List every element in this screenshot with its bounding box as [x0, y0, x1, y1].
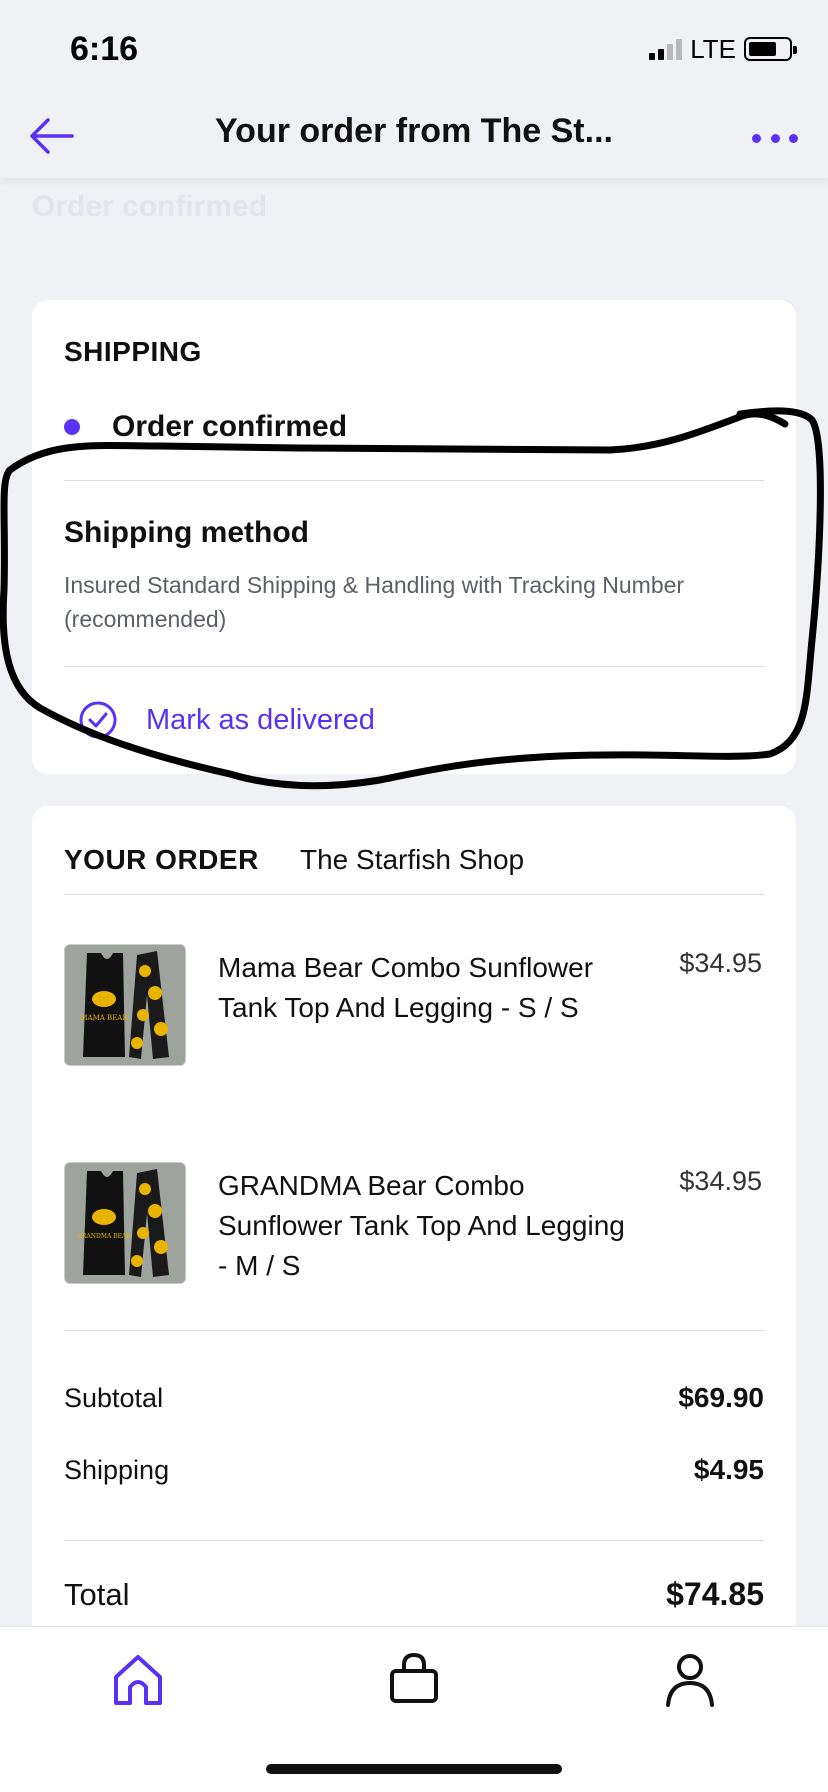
subtotal-label: Subtotal [64, 1382, 164, 1413]
battery-icon [744, 37, 797, 61]
status-dot-icon [64, 419, 80, 435]
subtotal-value: $69.90 [678, 1382, 764, 1413]
navigation-bar: Your order from The St... [0, 100, 828, 178]
subtotal-row: Subtotal $69.90 [64, 1382, 764, 1414]
shipping-cost-value: $4.95 [693, 1454, 764, 1485]
tab-account[interactable] [660, 1649, 720, 1709]
shipping-method-description: Insured Standard Shipping & Handling wit… [64, 572, 685, 632]
status-time: 6:16 [70, 30, 139, 68]
status-indicators: LTE [649, 33, 797, 64]
divider [64, 1330, 764, 1331]
thumbnail-caption: MAMA BEAR [80, 1014, 128, 1022]
item-price: $34.95 [679, 948, 762, 978]
shipping-method-heading: Shipping method [64, 516, 309, 549]
divider [64, 1540, 764, 1541]
collapsed-large-title: Order confirmed [32, 190, 268, 223]
item-name: GRANDMA Bear Combo Sunflower Tank Top An… [218, 1170, 625, 1281]
network-label: LTE [690, 33, 736, 64]
shop-name: The Starfish Shop [300, 844, 525, 875]
check-circle-icon [79, 701, 117, 739]
shipping-heading: SHIPPING [64, 336, 202, 367]
total-value: $74.85 [666, 1576, 764, 1612]
item-price: $34.95 [679, 1166, 762, 1196]
shipping-cost-row: Shipping $4.95 [64, 1454, 764, 1486]
more-options-button[interactable] [752, 128, 798, 148]
account-icon [666, 1654, 714, 1707]
total-row: Total $74.85 [64, 1576, 764, 1613]
divider [64, 894, 764, 895]
status-bar: 6:16 LTE [0, 0, 828, 100]
shipping-status: Order confirmed [64, 410, 347, 444]
shipping-cost-label: Shipping [64, 1454, 170, 1485]
divider [64, 666, 764, 667]
thumbnail-caption: GRANDMA BEAR [77, 1233, 131, 1240]
signal-icon [649, 38, 683, 60]
shopping-bag-icon [390, 1652, 438, 1703]
item-name: Mama Bear Combo Sunflower Tank Top And L… [218, 952, 594, 1023]
arrow-left-icon [30, 118, 74, 154]
order-item[interactable]: GRANDMA BEAR GRANDMA Bear Combo Sunflowe… [64, 1162, 764, 1332]
tab-home[interactable] [108, 1649, 168, 1709]
home-icon [114, 1655, 162, 1705]
page-title: Your order from The St... [215, 112, 613, 150]
divider [64, 480, 764, 481]
order-heading: YOUR ORDER [64, 844, 259, 875]
product-thumbnail: GRANDMA BEAR [64, 1162, 186, 1284]
order-item[interactable]: MAMA BEAR Mama Bear Combo Sunflower Tank… [64, 944, 764, 1114]
product-thumbnail: MAMA BEAR [64, 944, 186, 1066]
ellipsis-icon [752, 133, 761, 143]
total-label: Total [64, 1576, 130, 1612]
mark-as-delivered-label: Mark as delivered [146, 703, 375, 736]
tab-orders[interactable] [384, 1649, 444, 1709]
mark-as-delivered-button[interactable]: Mark as delivered [78, 700, 375, 740]
shipping-status-text: Order confirmed [112, 410, 348, 443]
shipping-card: SHIPPING Order confirmed Shipping method… [32, 300, 796, 774]
back-button[interactable] [26, 110, 78, 162]
home-indicator[interactable] [266, 1764, 562, 1774]
